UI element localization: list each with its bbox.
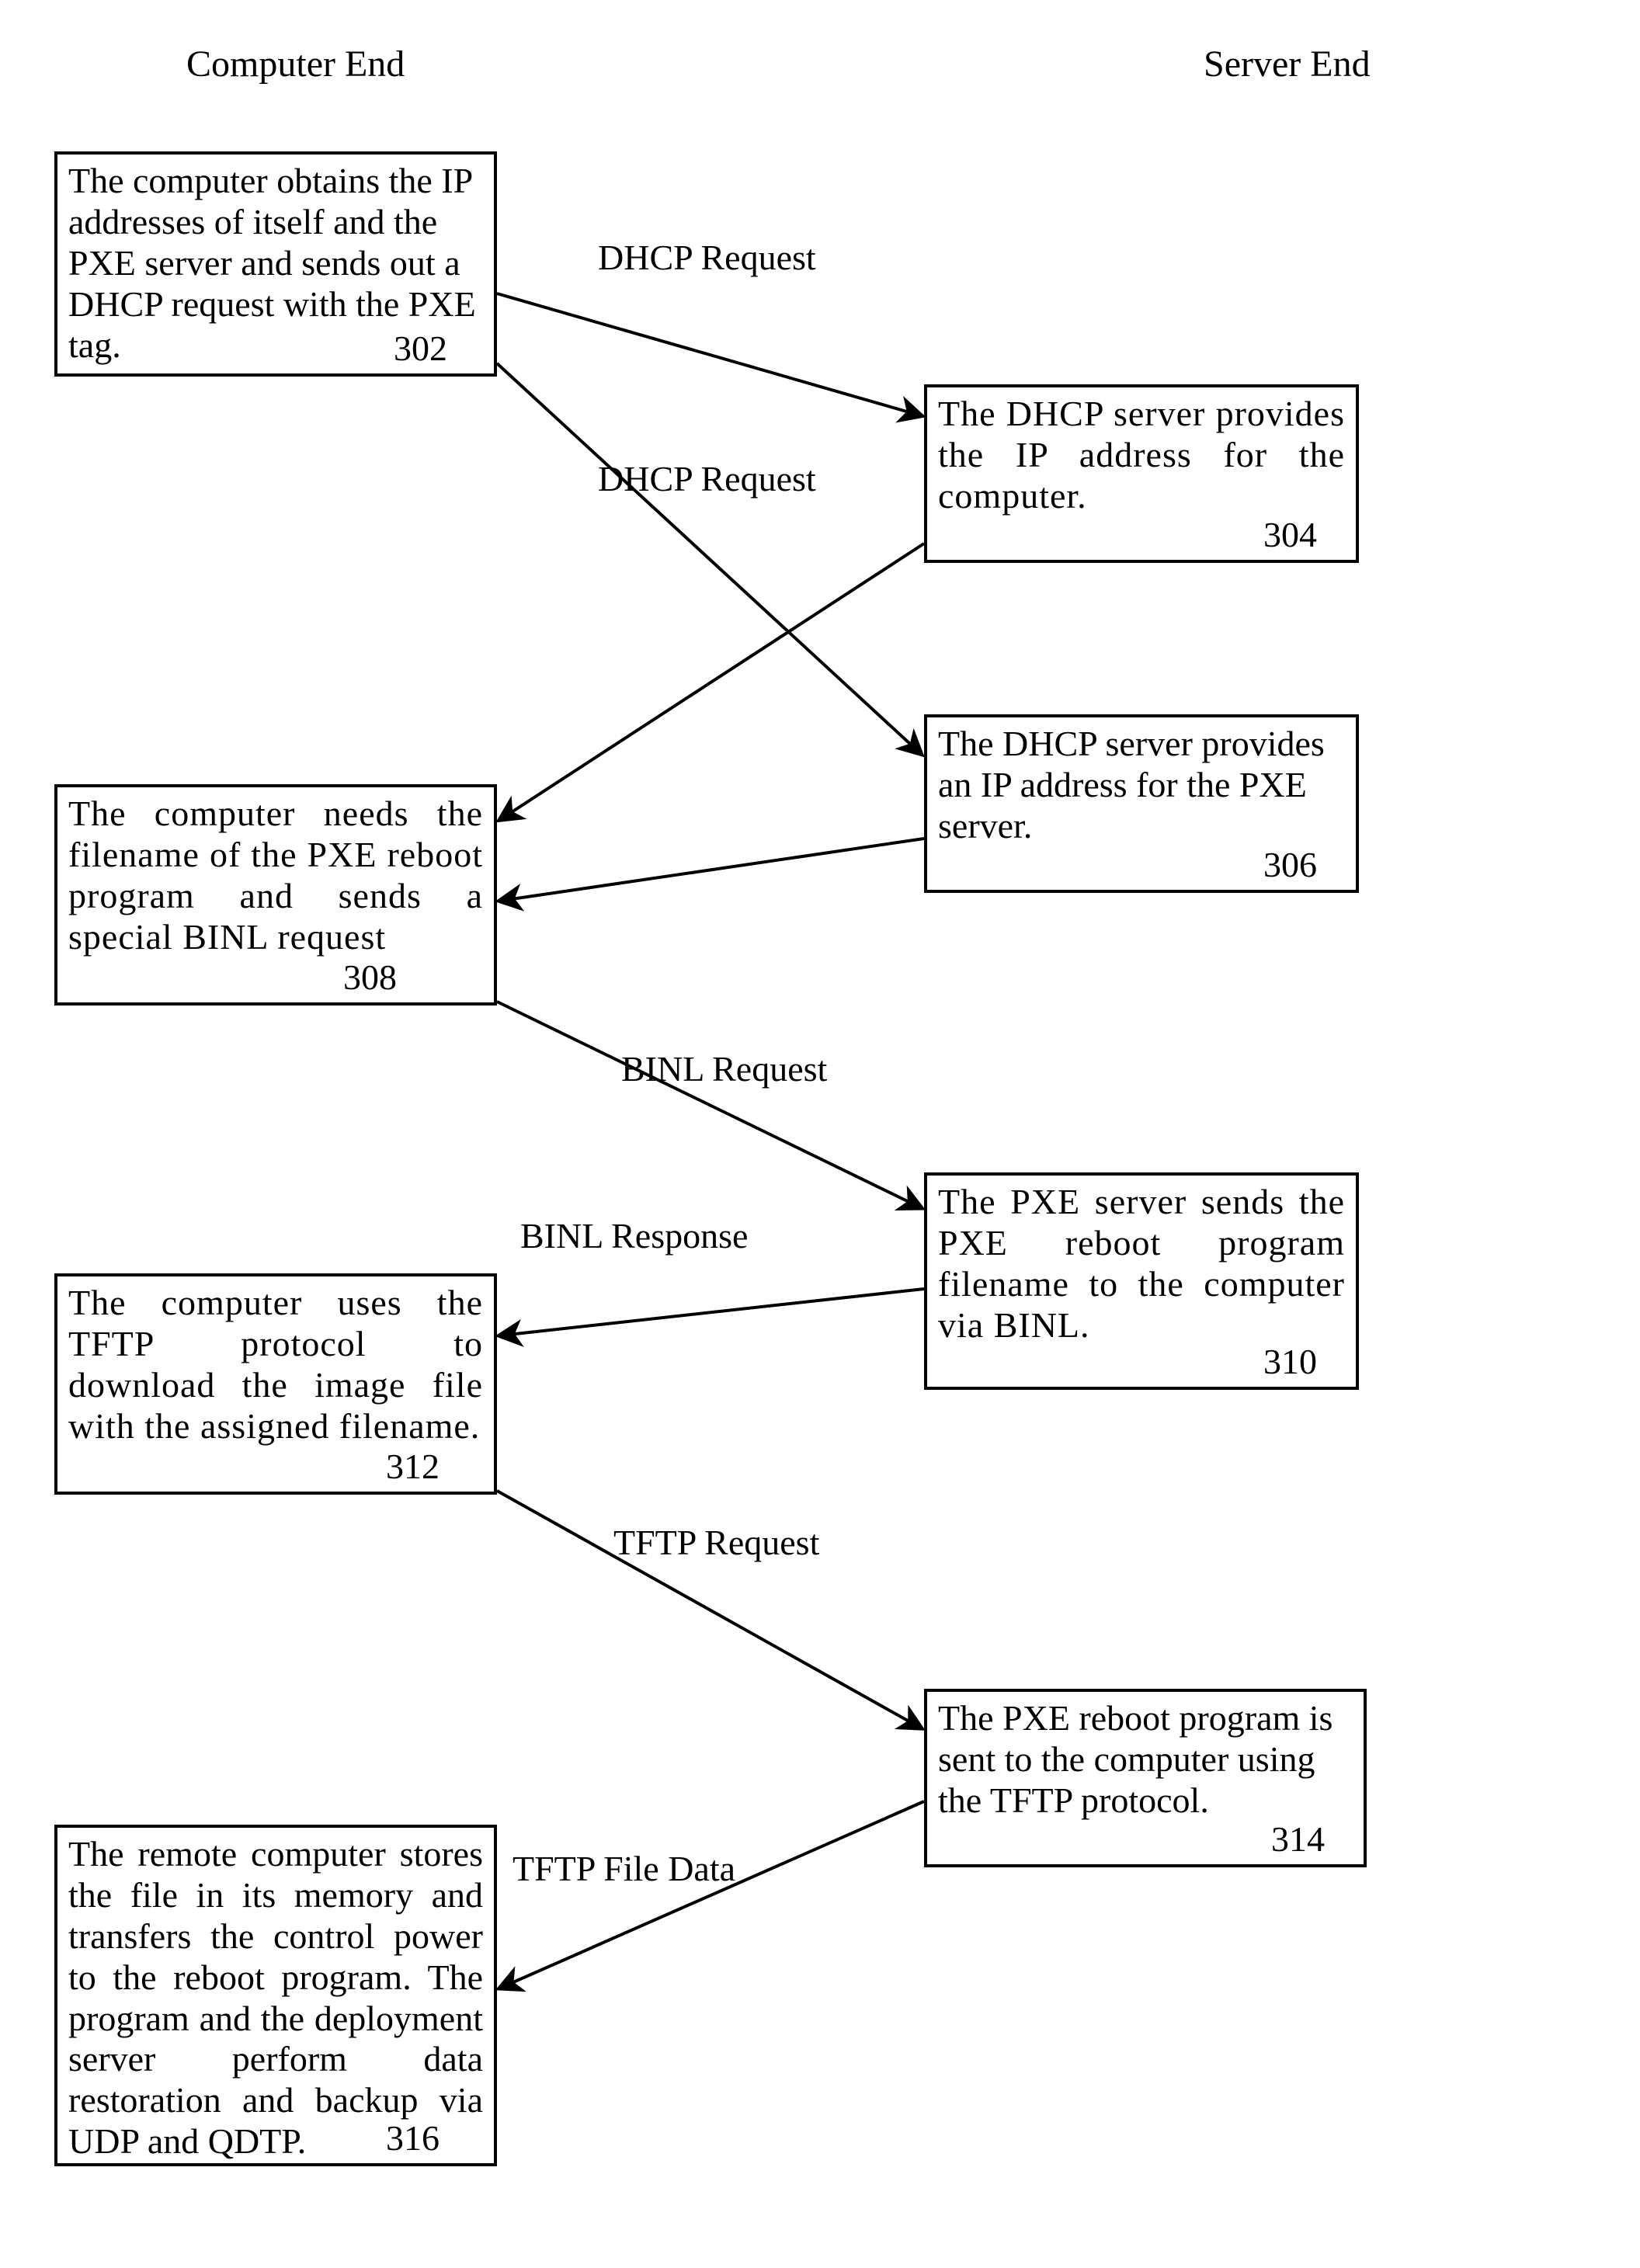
arrow-308-to-310 [497,1002,920,1207]
arrow-306-to-308 [501,839,924,901]
node-314: The PXE reboot program is sent to the co… [924,1689,1367,1867]
arrow-304-to-308 [501,544,924,819]
node-314-text: The PXE reboot program is sent to the co… [938,1698,1353,1822]
node-312: The computer uses the TFTP protocol to d… [54,1273,497,1495]
node-302: The computer obtains the IP addresses of… [54,151,497,377]
node-302-num: 302 [394,328,447,369]
node-310-num: 310 [1263,1341,1317,1382]
node-308: The computer needs the filename of the P… [54,784,497,1005]
node-306-num: 306 [1263,844,1317,885]
node-306: The DHCP server provides an IP address f… [924,714,1359,893]
header-server-end: Server End [1204,43,1371,85]
arrow-310-to-312 [501,1289,924,1335]
edge-label-tftp-file-data: TFTP File Data [512,1848,735,1889]
arrow-302-to-306 [497,363,920,753]
node-308-num: 308 [343,957,397,998]
edge-label-dhcp-request-1: DHCP Request [598,237,816,278]
node-310-text: The PXE server sends the PXE reboot prog… [938,1182,1345,1346]
node-312-text: The computer uses the TFTP protocol to d… [68,1283,483,1447]
node-306-text: The DHCP server provides an IP address f… [938,724,1345,847]
node-316: The remote computer stores the file in i… [54,1825,497,2166]
node-304-text: The DHCP server provides the IP address … [938,394,1345,517]
edge-label-binl-response: BINL Response [520,1215,748,1256]
arrow-314-to-316 [501,1801,924,1988]
node-304: The DHCP server provides the IP address … [924,384,1359,563]
node-314-num: 314 [1271,1818,1325,1860]
edge-label-binl-request: BINL Request [621,1048,827,1089]
edge-label-dhcp-request-2: DHCP Request [598,458,816,499]
arrow-302-to-304 [497,293,920,415]
header-computer-end: Computer End [186,43,405,85]
node-316-num: 316 [386,2117,440,2159]
node-316-text: The remote computer stores the file in i… [68,1834,483,2162]
node-312-num: 312 [386,1446,440,1487]
node-308-text: The computer needs the filename of the P… [68,794,483,958]
node-304-num: 304 [1263,514,1317,555]
node-310: The PXE server sends the PXE reboot prog… [924,1172,1359,1390]
edge-label-tftp-request: TFTP Request [613,1522,819,1563]
